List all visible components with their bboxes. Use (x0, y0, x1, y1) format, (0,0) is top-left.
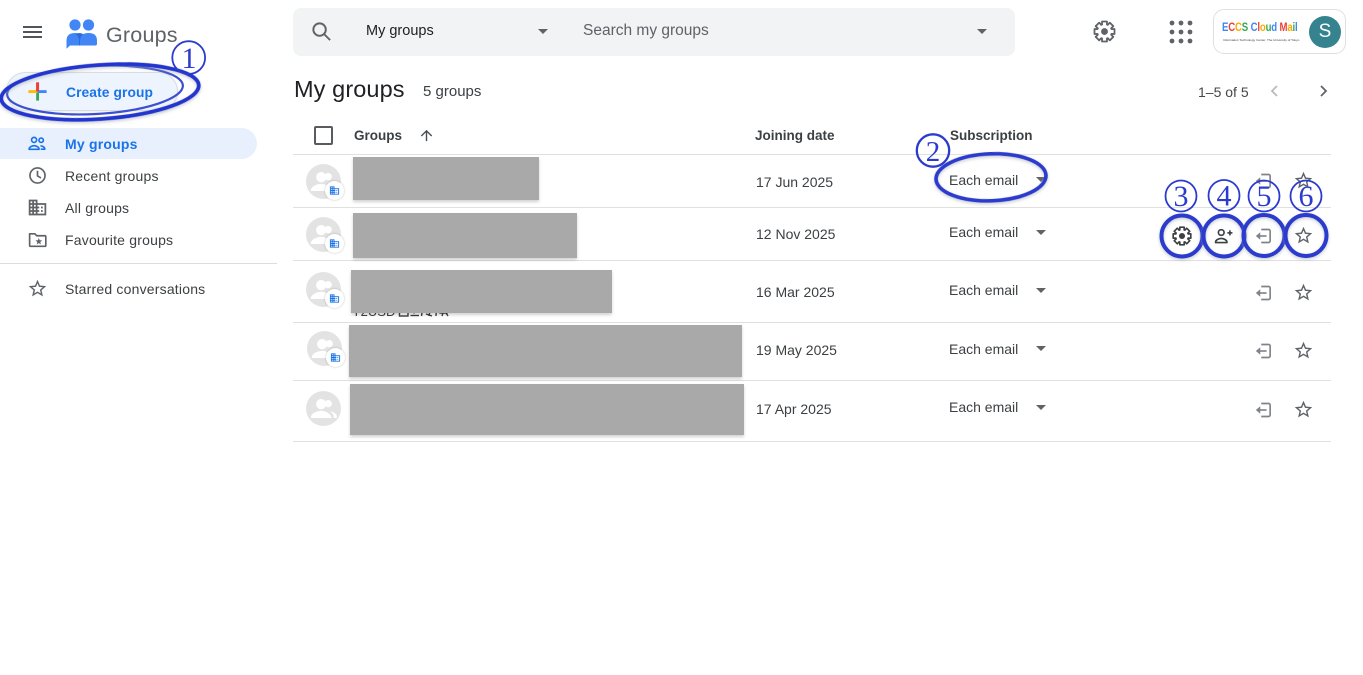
svg-text:4: 4 (1217, 180, 1232, 213)
svg-text:1: 1 (182, 42, 197, 75)
svg-text:5: 5 (1257, 180, 1272, 213)
svg-text:3: 3 (1174, 180, 1189, 213)
svg-text:6: 6 (1299, 180, 1314, 213)
svg-text:2: 2 (926, 136, 941, 168)
